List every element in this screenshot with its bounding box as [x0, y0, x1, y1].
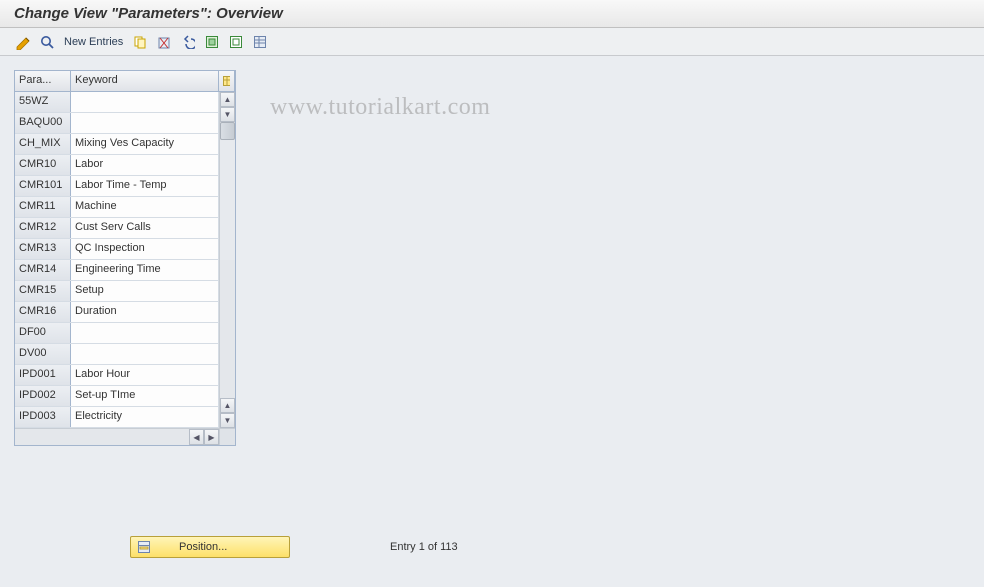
cell-keyword[interactable]: [71, 344, 219, 364]
details-icon[interactable]: [38, 33, 56, 51]
scroll-thumb[interactable]: [220, 122, 235, 140]
cell-keyword[interactable]: Labor Time - Temp: [71, 176, 219, 196]
scroll-left-icon[interactable]: ◀: [189, 429, 204, 445]
table-row[interactable]: CH_MIXMixing Ves Capacity: [15, 134, 219, 155]
cell-param[interactable]: CMR15: [15, 281, 71, 301]
cell-param[interactable]: CH_MIX: [15, 134, 71, 154]
table-row[interactable]: IPD002Set-up TIme: [15, 386, 219, 407]
cell-keyword[interactable]: Labor: [71, 155, 219, 175]
watermark: www.tutorialkart.com: [270, 94, 490, 121]
table-config-button[interactable]: [219, 71, 235, 91]
position-button-label: Position...: [179, 541, 227, 553]
cell-keyword[interactable]: Electricity: [71, 407, 219, 427]
toggle-change-icon[interactable]: [14, 33, 32, 51]
scroll-track[interactable]: [220, 122, 235, 260]
cell-keyword[interactable]: Set-up TIme: [71, 386, 219, 406]
delete-icon[interactable]: [155, 33, 173, 51]
table-row[interactable]: CMR11Machine: [15, 197, 219, 218]
cell-param[interactable]: IPD003: [15, 407, 71, 427]
table-row[interactable]: IPD001Labor Hour: [15, 365, 219, 386]
select-all-icon[interactable]: [203, 33, 221, 51]
position-icon: [137, 540, 151, 554]
entry-status: Entry 1 of 113: [390, 541, 458, 553]
footer-area: Position... Entry 1 of 113: [14, 536, 614, 558]
cell-keyword[interactable]: Cust Serv Calls: [71, 218, 219, 238]
cell-keyword[interactable]: Setup: [71, 281, 219, 301]
scroll-up2-icon[interactable]: ▲: [220, 398, 235, 413]
scroll-down2-icon[interactable]: ▼: [220, 413, 235, 428]
table-row[interactable]: DF00: [15, 323, 219, 344]
scroll-right-icon[interactable]: ▶: [204, 429, 219, 445]
page-title: Change View "Parameters": Overview: [0, 0, 984, 28]
table-body: 55WZBAQU00CH_MIXMixing Ves CapacityCMR10…: [15, 92, 219, 428]
cell-param[interactable]: CMR12: [15, 218, 71, 238]
cell-param[interactable]: DV00: [15, 344, 71, 364]
table-row[interactable]: BAQU00: [15, 113, 219, 134]
cell-param[interactable]: CMR13: [15, 239, 71, 259]
cell-keyword[interactable]: [71, 92, 219, 112]
toolbar: New Entries: [0, 28, 984, 56]
parameters-table: Para... Keyword 55WZBAQU00CH_MIXMixing V…: [14, 70, 236, 446]
vertical-scrollbar[interactable]: ▲ ▼ ▲ ▼: [219, 92, 235, 428]
table-row[interactable]: CMR10Labor: [15, 155, 219, 176]
cell-keyword[interactable]: Labor Hour: [71, 365, 219, 385]
content-area: www.tutorialkart.com Para... Keyword 55W…: [0, 56, 984, 587]
cell-param[interactable]: IPD002: [15, 386, 71, 406]
undo-icon[interactable]: [179, 33, 197, 51]
table-row[interactable]: DV00: [15, 344, 219, 365]
cell-param[interactable]: 55WZ: [15, 92, 71, 112]
column-header-param[interactable]: Para...: [15, 71, 71, 91]
table-settings-icon[interactable]: [251, 33, 269, 51]
cell-param[interactable]: BAQU00: [15, 113, 71, 133]
cell-keyword[interactable]: Engineering Time: [71, 260, 219, 280]
page-title-text: Change View "Parameters": Overview: [14, 5, 283, 22]
table-row[interactable]: CMR15Setup: [15, 281, 219, 302]
position-button[interactable]: Position...: [130, 536, 290, 558]
scroll-up-icon[interactable]: ▲: [220, 92, 235, 107]
horizontal-scrollbar[interactable]: ◀ ▶: [15, 428, 235, 445]
cell-keyword[interactable]: Duration: [71, 302, 219, 322]
table-header: Para... Keyword: [15, 71, 235, 92]
cell-keyword[interactable]: [71, 113, 219, 133]
cell-keyword[interactable]: Mixing Ves Capacity: [71, 134, 219, 154]
scroll-corner: [219, 429, 235, 445]
table-row[interactable]: CMR13QC Inspection: [15, 239, 219, 260]
new-entries-button[interactable]: New Entries: [62, 36, 125, 48]
cell-param[interactable]: CMR14: [15, 260, 71, 280]
cell-param[interactable]: CMR11: [15, 197, 71, 217]
table-row[interactable]: IPD003Electricity: [15, 407, 219, 428]
table-row[interactable]: CMR16Duration: [15, 302, 219, 323]
table-row[interactable]: 55WZ: [15, 92, 219, 113]
table-row[interactable]: CMR101Labor Time - Temp: [15, 176, 219, 197]
table-row[interactable]: CMR14Engineering Time: [15, 260, 219, 281]
cell-keyword[interactable]: QC Inspection: [71, 239, 219, 259]
cell-keyword[interactable]: Machine: [71, 197, 219, 217]
copy-icon[interactable]: [131, 33, 149, 51]
cell-param[interactable]: CMR101: [15, 176, 71, 196]
scroll-down-icon[interactable]: ▼: [220, 107, 235, 122]
cell-param[interactable]: CMR16: [15, 302, 71, 322]
column-header-keyword[interactable]: Keyword: [71, 71, 219, 91]
cell-param[interactable]: IPD001: [15, 365, 71, 385]
deselect-all-icon[interactable]: [227, 33, 245, 51]
cell-param[interactable]: DF00: [15, 323, 71, 343]
table-row[interactable]: CMR12Cust Serv Calls: [15, 218, 219, 239]
cell-param[interactable]: CMR10: [15, 155, 71, 175]
cell-keyword[interactable]: [71, 323, 219, 343]
